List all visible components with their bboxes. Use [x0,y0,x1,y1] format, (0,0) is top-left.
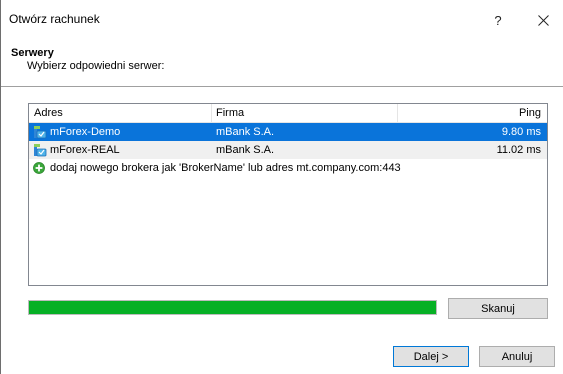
add-plus-icon [33,162,45,174]
column-header-ping[interactable]: Ping [398,104,547,122]
scan-progress-fill [29,301,436,314]
server-name: mForex-Demo [50,126,121,138]
cancel-button[interactable]: Anuluj [479,346,555,367]
add-broker-text: dodaj nowego brokera jak 'BrokerName' lu… [50,162,401,174]
help-button[interactable]: ? [484,8,512,32]
cell-firma: mBank S.A. [216,144,275,156]
list-header: Adres Firma Ping [29,104,547,123]
server-name: mForex-REAL [50,144,120,156]
next-button[interactable]: Dalej > [393,346,469,367]
column-header-adres[interactable]: Adres [29,104,212,122]
cell-firma: mBank S.A. [216,126,275,138]
server-row-mforex-demo[interactable]: mForex-Demo mBank S.A. 9.80 ms [29,123,547,141]
open-account-dialog: Otwórz rachunek ? Serwery Wybierz odpowi… [0,0,563,374]
cell-ping: 11.02 ms [496,144,541,156]
add-broker-row[interactable]: dodaj nowego brokera jak 'BrokerName' lu… [29,159,547,177]
cell-ping: 9.80 ms [501,126,541,138]
title-bar: Otwórz rachunek ? [1,0,563,40]
header-title: Serwery [11,47,54,59]
column-header-firma[interactable]: Firma [212,104,398,122]
dialog-header: Serwery Wybierz odpowiedni serwer: [1,40,563,86]
servers-list[interactable]: Adres Firma Ping mForex-Demo mBank S.A. … [28,103,548,286]
cell-adres: mForex-REAL [33,141,211,159]
cell-adres: mForex-Demo [33,123,211,141]
close-icon [537,14,549,26]
server-broker-icon [34,126,47,139]
server-broker-icon [34,144,47,157]
close-button[interactable] [529,8,557,32]
scan-button[interactable]: Skanuj [448,298,548,319]
scan-progress-bar [28,300,437,315]
header-subtitle: Wybierz odpowiedni serwer: [27,60,165,72]
server-row-mforex-real[interactable]: mForex-REAL mBank S.A. 11.02 ms [29,141,547,159]
window-title: Otwórz rachunek [9,12,100,26]
